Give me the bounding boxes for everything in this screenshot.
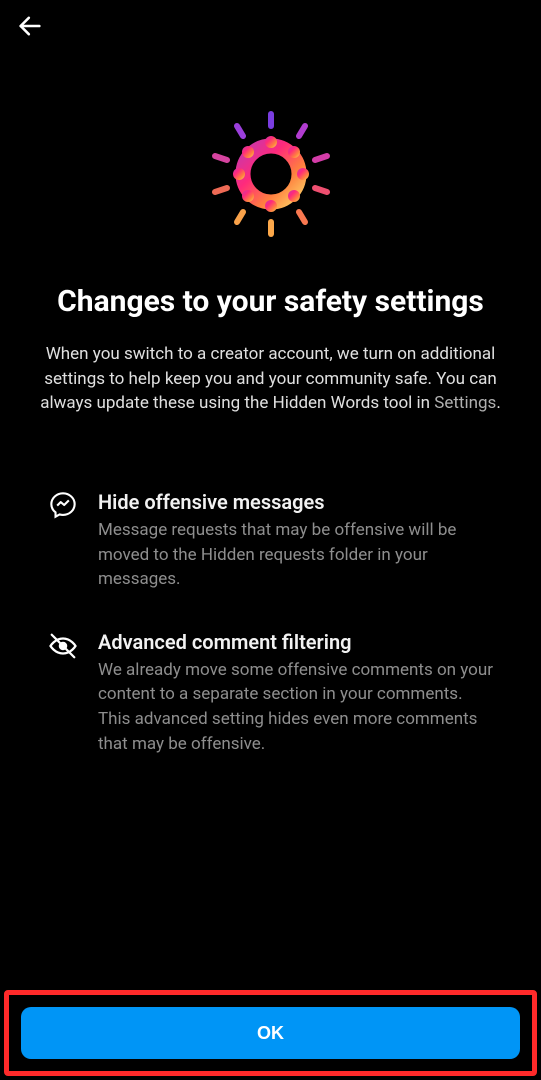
feature-hide-offensive-messages: Hide offensive messages Message requests… [48, 490, 493, 592]
hero-section: Changes to your safety settings When you… [24, 104, 517, 416]
page-title: Changes to your safety settings [27, 284, 514, 320]
page-subtitle: When you switch to a creator account, we… [24, 342, 517, 416]
messenger-icon [48, 490, 78, 592]
feature-desc: We already move some offensive comments … [98, 658, 493, 757]
feature-text: Hide offensive messages Message requests… [98, 490, 493, 592]
subtitle-text: When you switch to a creator account, we… [40, 344, 497, 413]
subtitle-after: . [496, 393, 500, 413]
settings-link[interactable]: Settings [434, 393, 496, 413]
feature-desc: Message requests that may be offensive w… [98, 518, 493, 592]
feature-title: Hide offensive messages [98, 490, 493, 514]
gear-sun-icon [201, 104, 341, 248]
footer-highlight: OK [4, 990, 537, 1076]
ok-button[interactable]: OK [21, 1007, 520, 1059]
header-bar [0, 0, 541, 56]
feature-advanced-comment-filtering: Advanced comment filtering We already mo… [48, 630, 493, 757]
eye-slash-icon [48, 630, 78, 757]
feature-title: Advanced comment filtering [98, 630, 493, 654]
back-arrow-icon[interactable] [16, 12, 44, 44]
features-list: Hide offensive messages Message requests… [24, 490, 517, 794]
feature-text: Advanced comment filtering We already mo… [98, 630, 493, 757]
main-content: Changes to your safety settings When you… [0, 56, 541, 990]
